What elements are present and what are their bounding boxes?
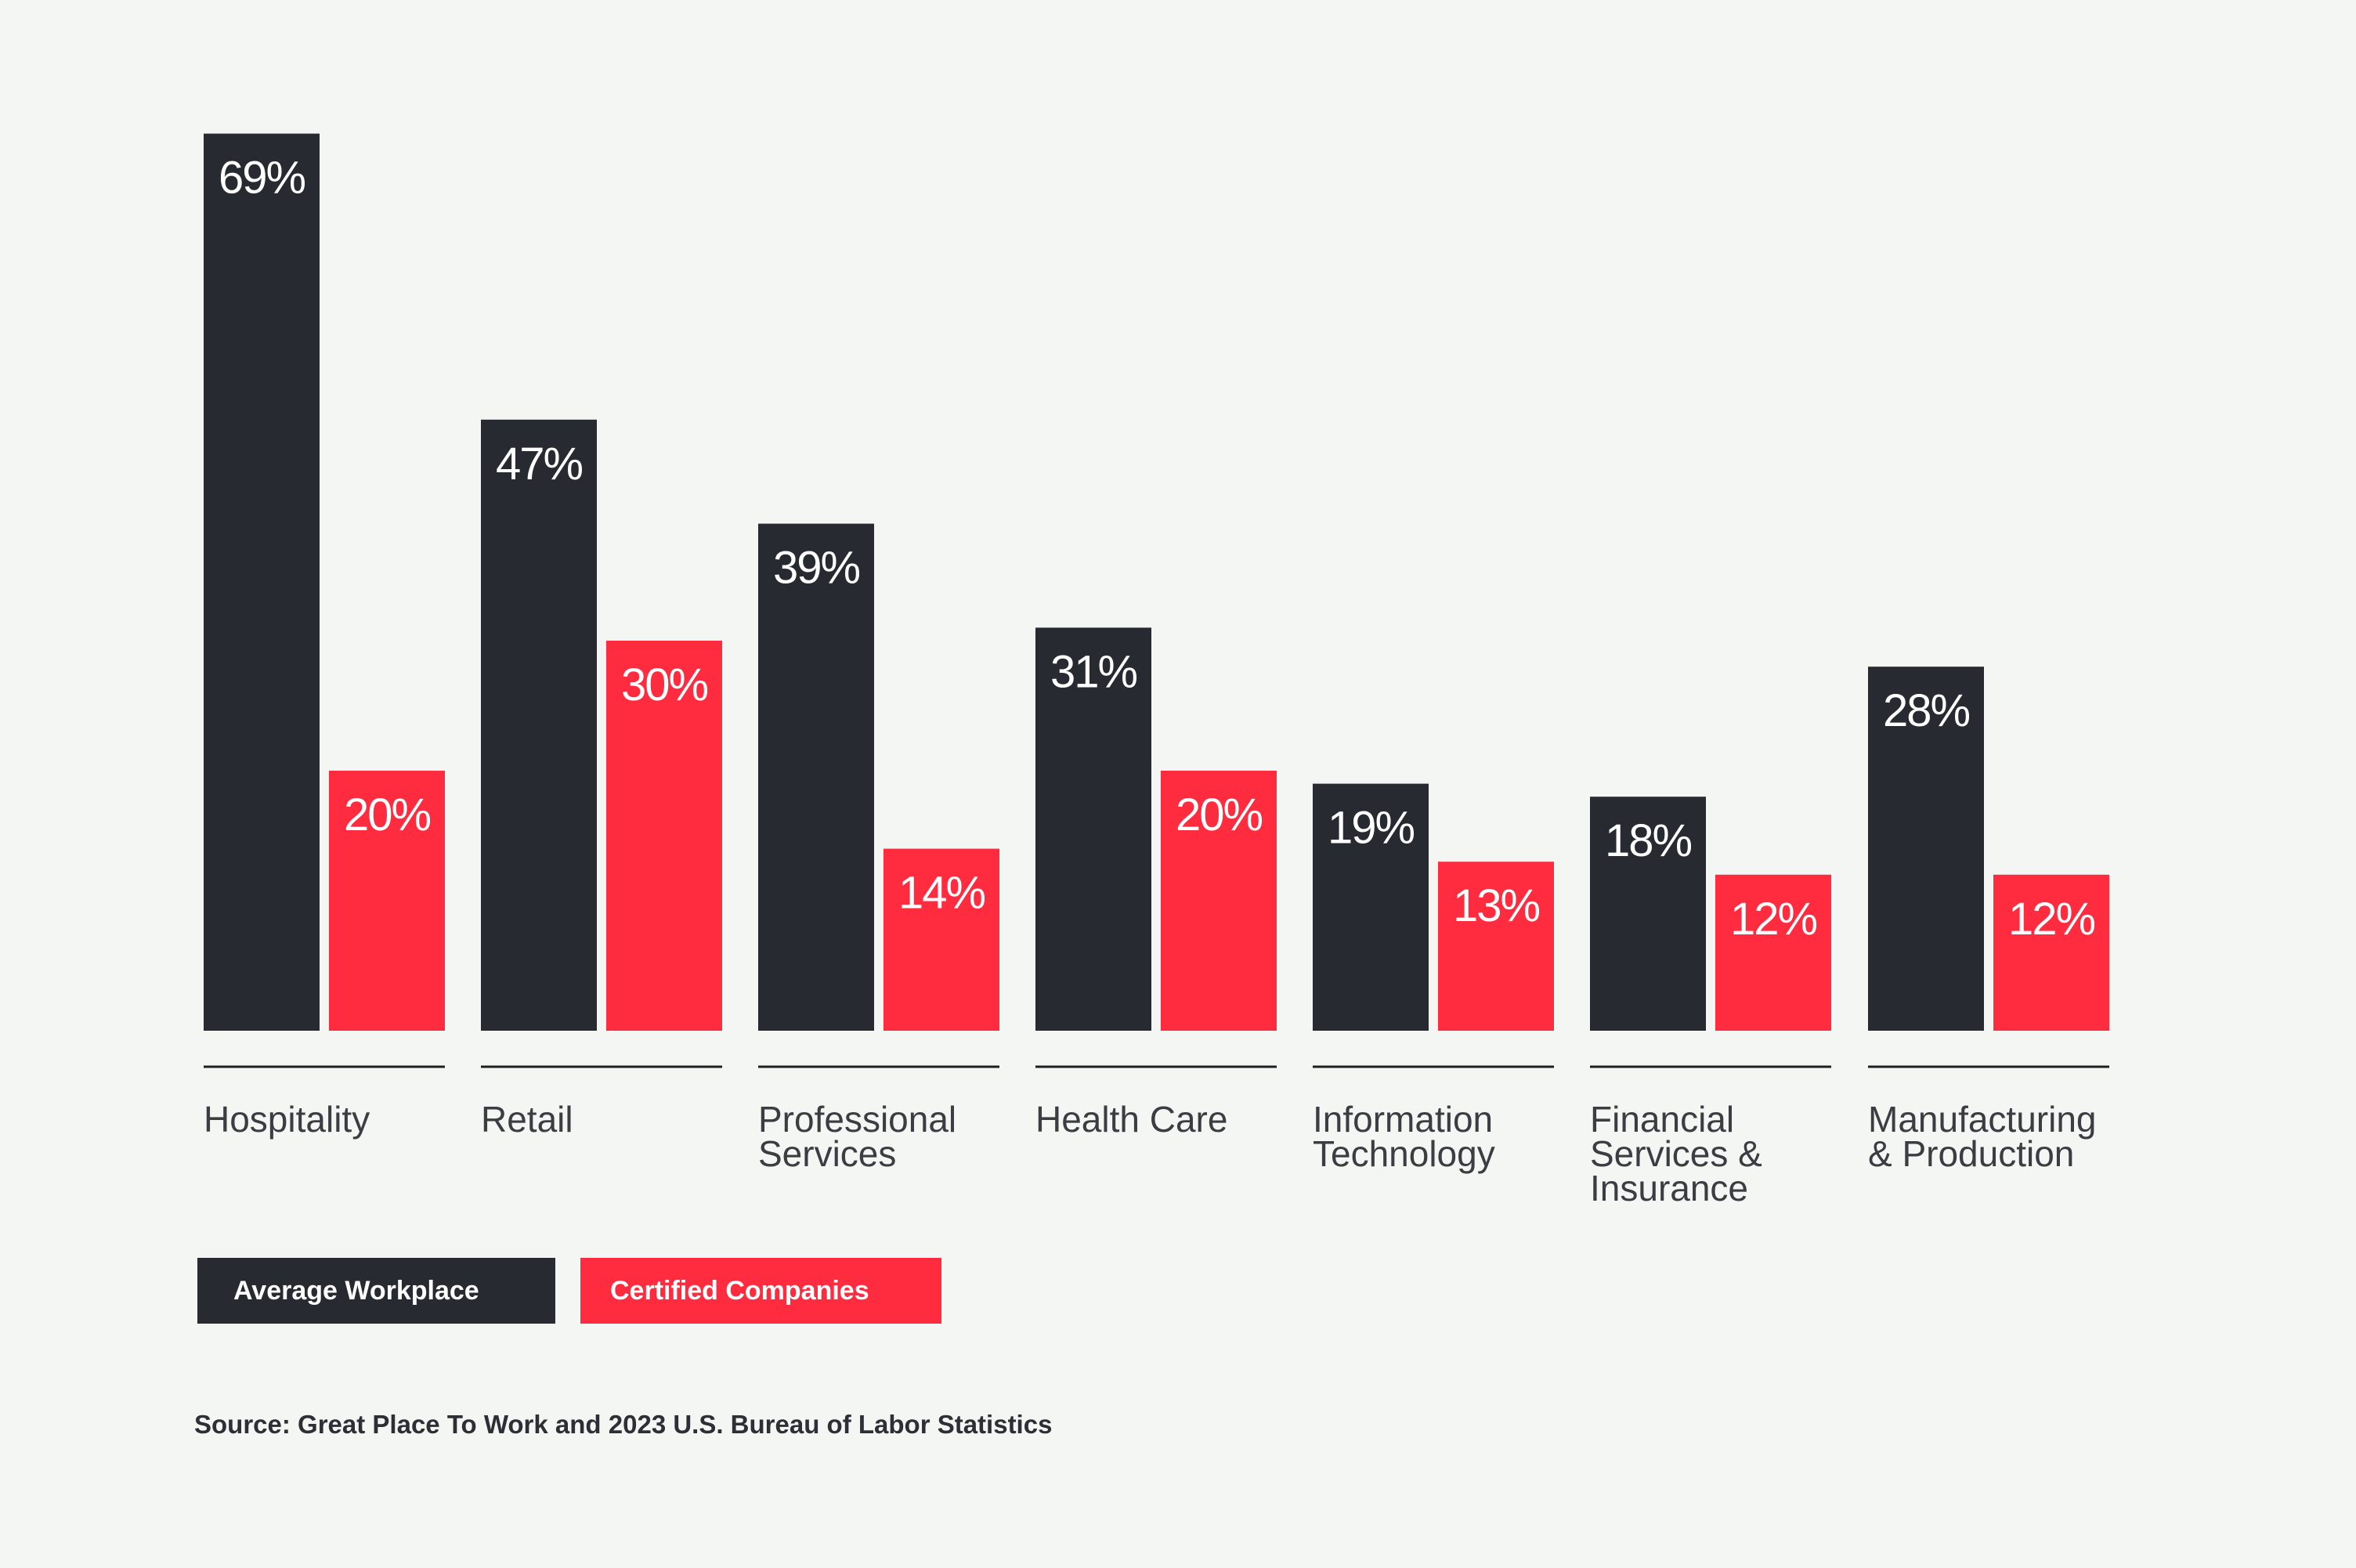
category-group: 39% 14% Professional Services [758, 523, 999, 1174]
category-label: Information Technology [1313, 1099, 1495, 1174]
category-label: Professional Services [758, 1099, 956, 1174]
category-group: 47% 30% Retail [481, 419, 722, 1140]
category-label-line: Retail [481, 1099, 573, 1140]
source-note: Source: Great Place To Work and 2023 U.S… [194, 1410, 1053, 1439]
bar-value-label: 20% [344, 789, 431, 840]
bar-value-label: 12% [1730, 894, 1817, 945]
bar-value-label: 28% [1883, 685, 1970, 736]
bar-value-label: 19% [1328, 803, 1415, 854]
bar-average-workplace [481, 419, 597, 1031]
bar-value-label: 13% [1453, 880, 1540, 931]
bar-value-label: 47% [496, 439, 583, 490]
bar-value-label: 69% [219, 153, 305, 204]
legend-certified-companies: Certified Companies [580, 1258, 941, 1324]
bar-average-workplace [204, 133, 320, 1031]
bar-chart: 69% 20% Hospitality 47% 30% Retail 39% 14% Profe… [204, 133, 2109, 1209]
category-label-line: Hospitality [204, 1099, 370, 1140]
category-group: 69% 20% Hospitality [204, 133, 445, 1140]
category-label-line: Technology [1313, 1133, 1495, 1174]
category-label: Hospitality [204, 1099, 370, 1140]
legend-average-workplace-label: Average Workplace [233, 1275, 479, 1306]
category-label: Health Care [1035, 1099, 1227, 1140]
category-group: 31% 20% Health Care [1035, 627, 1277, 1140]
bar-value-label: 31% [1050, 646, 1137, 697]
bar-value-label: 12% [2008, 894, 2095, 945]
category-label: Manufacturing & Production [1868, 1099, 2097, 1174]
bar-value-label: 30% [621, 659, 708, 710]
category-group: 28% 12% Manufacturing & Production [1868, 667, 2109, 1174]
category-label-line: Insurance [1590, 1168, 1748, 1209]
category-label: Retail [481, 1099, 573, 1140]
bar-value-label: 39% [773, 543, 860, 594]
legend-average-workplace: Average Workplace [197, 1258, 555, 1324]
legend-certified-companies-label: Certified Companies [610, 1275, 869, 1306]
category-group: 18% 12% Financial Services & Insurance [1590, 797, 1831, 1209]
category-label-line: Health Care [1035, 1099, 1227, 1140]
category-label-line: Services [758, 1133, 896, 1174]
bar-average-workplace [758, 523, 874, 1031]
category-label-line: & Production [1868, 1133, 2074, 1174]
category-label: Financial Services & Insurance [1590, 1099, 1762, 1209]
bar-value-label: 18% [1605, 815, 1692, 866]
bar-value-label: 20% [1176, 789, 1263, 840]
category-group: 19% 13% Information Technology [1313, 783, 1554, 1174]
bar-value-label: 14% [898, 868, 985, 919]
